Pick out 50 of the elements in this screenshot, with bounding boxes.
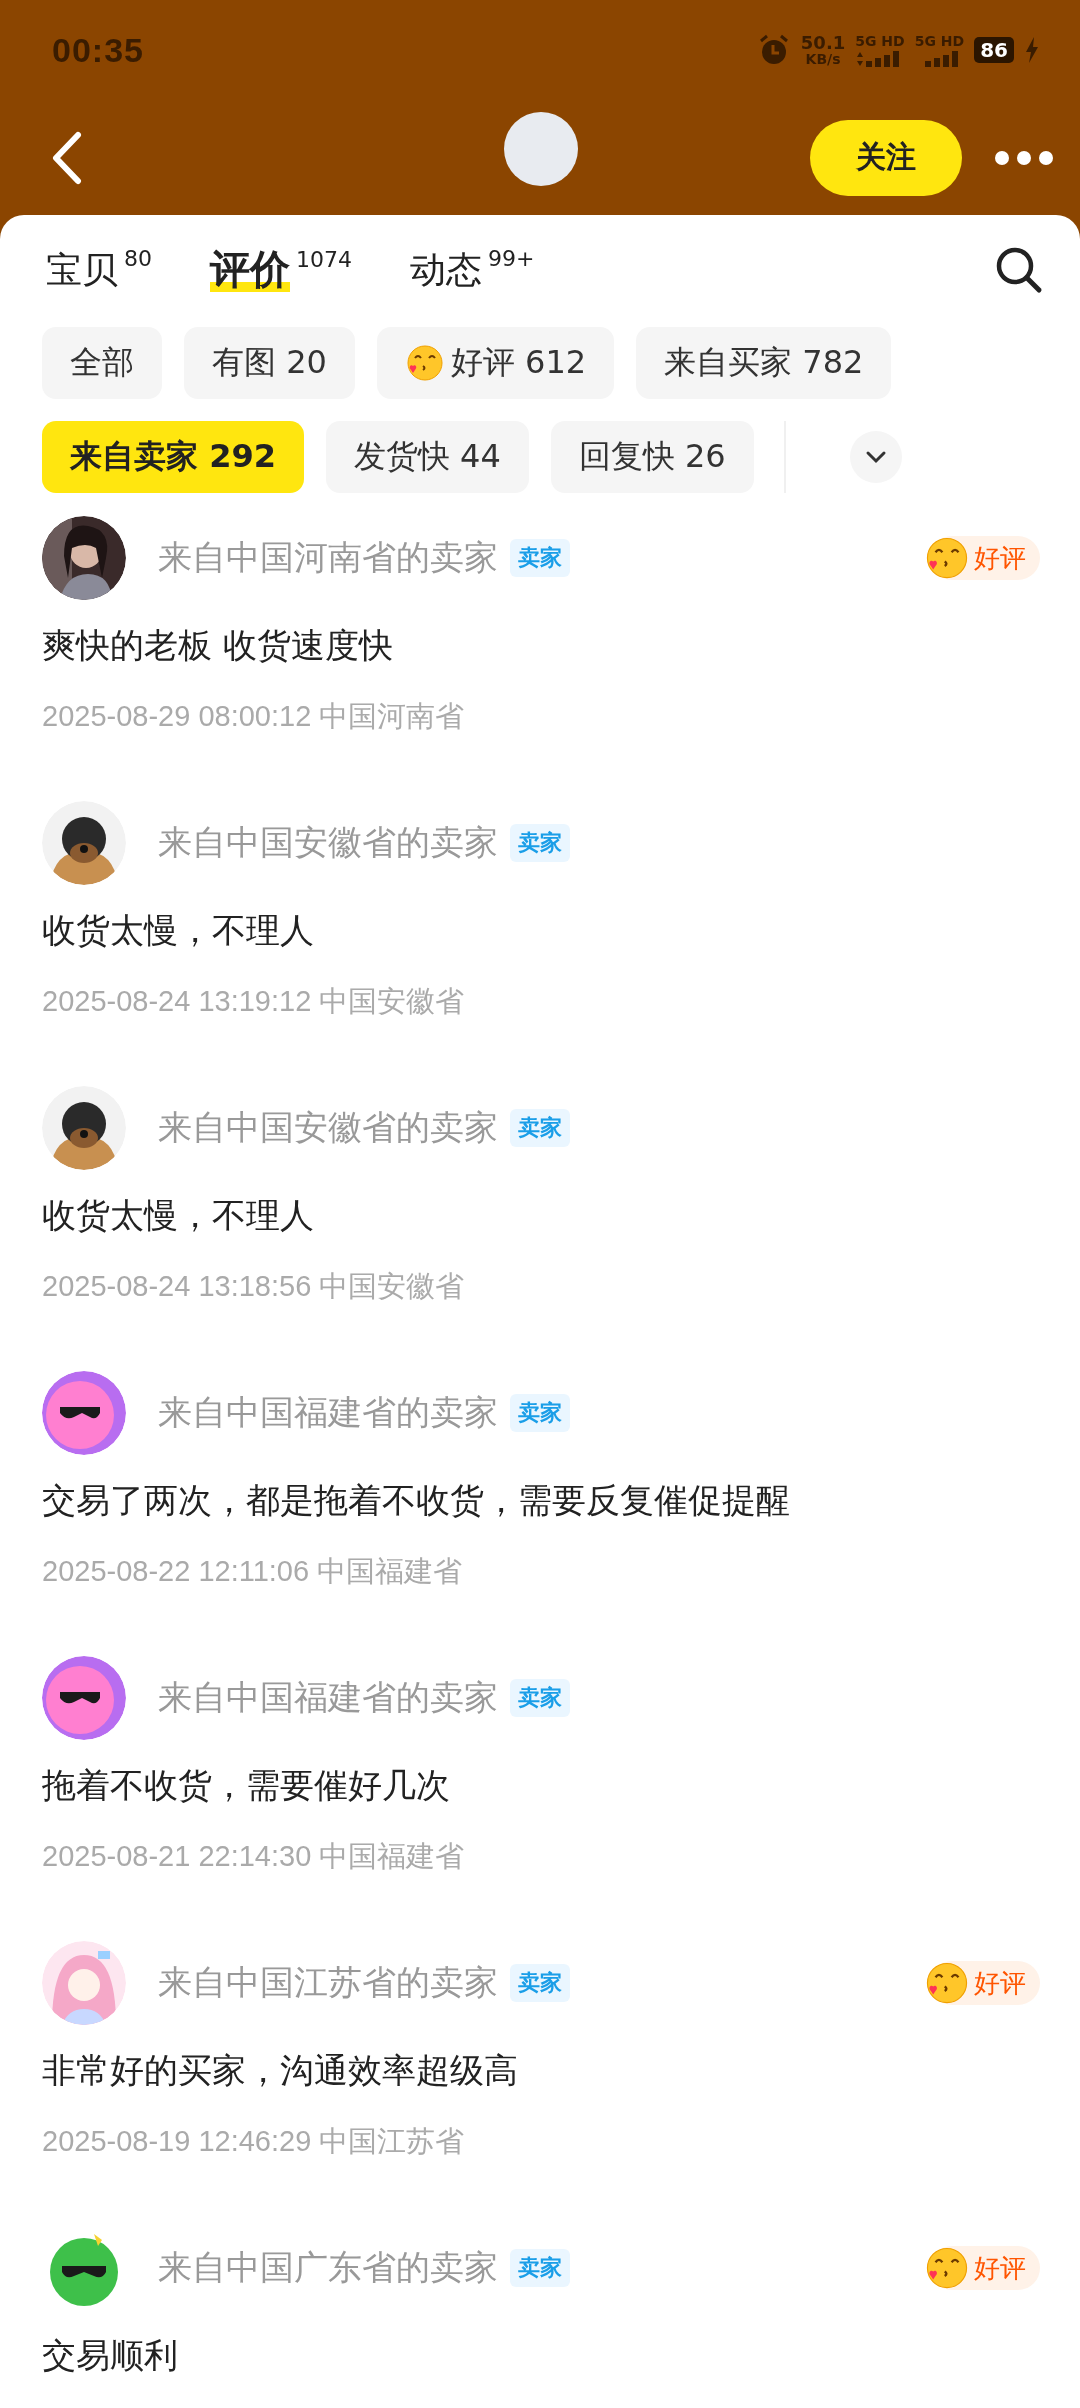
battery-level: 86 <box>974 37 1014 63</box>
seller-tag: 卖家 <box>510 1964 570 2002</box>
filter-chip[interactable]: 有图 20 <box>184 327 355 399</box>
speed-unit: KB/s <box>805 52 841 66</box>
review-text: 收货太慢，不理人 <box>42 1194 315 1237</box>
seller-tag: 卖家 <box>510 539 570 577</box>
more-icon[interactable] <box>994 149 1054 166</box>
network-speed: 50.1 <box>800 34 846 52</box>
seller-tag: 卖家 <box>510 824 570 862</box>
filter-chip[interactable]: 回复快 26 <box>550 421 754 493</box>
reviewer-name: 来自中国广东省的卖家 <box>158 2246 498 2289</box>
seller-tag: 卖家 <box>510 1679 570 1717</box>
rating-text: 好评 <box>974 2251 1026 2285</box>
rating-text: 好评 <box>974 1966 1026 2000</box>
seller-tag: 卖家 <box>510 2249 570 2287</box>
search-icon[interactable] <box>994 245 1044 295</box>
status-time: 00:35 <box>52 30 145 70</box>
emoji-icon <box>404 343 445 383</box>
filter-chip[interactable]: 发货快 44 <box>325 421 529 493</box>
reviewer-name: 来自中国河南省的卖家 <box>158 536 498 579</box>
review-text: 爽快的老板 收货速度快 <box>42 624 394 667</box>
review-date: 2025-08-19 12:46:29 中国江苏省 <box>42 2124 466 2159</box>
review-text: 收货太慢，不理人 <box>42 909 315 952</box>
reviewer-name: 来自中国安徽省的卖家 <box>158 821 498 864</box>
review-text: 交易了两次，都是拖着不收货，需要反复催促提醒 <box>42 1479 791 1522</box>
review-date: 2025-08-24 13:19:12 中国安徽省 <box>42 984 466 1019</box>
review-date: 2025-08-24 13:18:56 中国安徽省 <box>42 1269 466 1304</box>
filter-chip[interactable]: 好评 612 <box>376 327 615 399</box>
filter-chip[interactable]: 全部 <box>42 327 162 399</box>
reviewer-name: 来自中国福建省的卖家 <box>158 1676 498 1719</box>
seller-tag: 卖家 <box>510 1109 570 1147</box>
filter-chip[interactable]: 来自卖家 292 <box>42 421 304 493</box>
review-date: 2025-08-22 12:11:06 中国福建省 <box>42 1554 464 1589</box>
network-type: 5G HD <box>855 33 905 48</box>
review-text: 交易顺利 <box>42 2334 179 2377</box>
reviewer-name: 来自中国江苏省的卖家 <box>158 1961 498 2004</box>
review-text: 拖着不收货，需要催好几次 <box>42 1764 451 1807</box>
reviewer-name: 来自中国安徽省的卖家 <box>158 1106 498 1149</box>
follow-button[interactable]: 关注 <box>810 119 962 196</box>
emoji-icon <box>924 1960 970 2006</box>
emoji-icon <box>924 2245 970 2291</box>
reviewer-name: 来自中国福建省的卖家 <box>158 1391 498 1434</box>
rating-text: 好评 <box>974 541 1026 575</box>
filter-chip[interactable]: 来自买家 782 <box>636 327 892 399</box>
network-type: 5G HD <box>914 33 965 48</box>
review-date: 2025-08-29 08:00:12 中国河南省 <box>42 699 466 734</box>
review-date: 2025-08-21 22:14:30 中国福建省 <box>42 1839 466 1874</box>
emoji-icon <box>924 535 970 581</box>
seller-tag: 卖家 <box>510 1394 570 1432</box>
review-text: 非常好的买家，沟通效率超级高 <box>42 2049 519 2092</box>
